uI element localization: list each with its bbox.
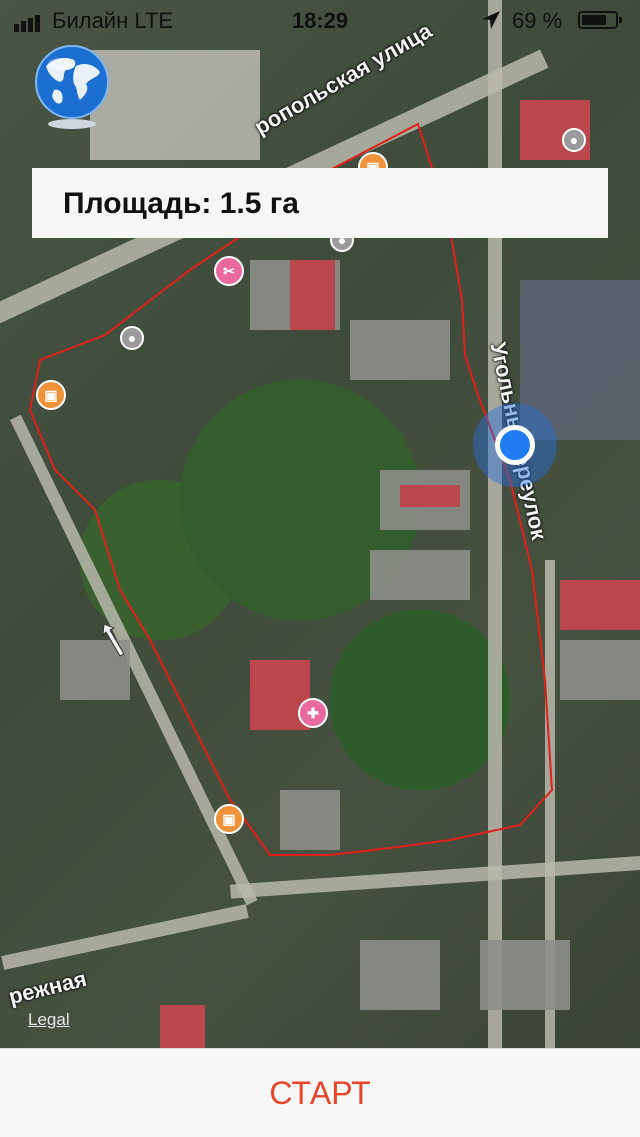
- road-direction-arrow-icon: [102, 623, 125, 657]
- poi-marker-icon[interactable]: ●: [562, 128, 586, 152]
- start-button[interactable]: СТАРТ: [0, 1049, 640, 1137]
- cafe-icon[interactable]: ▣: [36, 380, 66, 410]
- area-panel: Площадь: 1.5 га: [32, 168, 608, 238]
- globe-icon[interactable]: [32, 44, 112, 130]
- legal-link[interactable]: Legal: [28, 1010, 70, 1030]
- satellite-map[interactable]: ропольская улица Угольны переулок режная…: [0, 0, 640, 1048]
- hair-salon-icon[interactable]: ✂: [214, 256, 244, 286]
- poi-marker-icon[interactable]: ●: [120, 326, 144, 350]
- battery-percent: 69 %: [512, 8, 563, 33]
- location-arrow-icon: [482, 11, 500, 29]
- bottom-bar: СТАРТ: [0, 1048, 640, 1137]
- user-location-dot[interactable]: [495, 425, 535, 465]
- battery-icon: [578, 11, 622, 29]
- cafe-icon[interactable]: ▣: [214, 804, 244, 834]
- stethoscope-icon[interactable]: ✚: [298, 698, 328, 728]
- area-value: Площадь: 1.5 га: [63, 187, 299, 220]
- status-bar: Билайн LTE 18:29 69 %: [0, 0, 640, 40]
